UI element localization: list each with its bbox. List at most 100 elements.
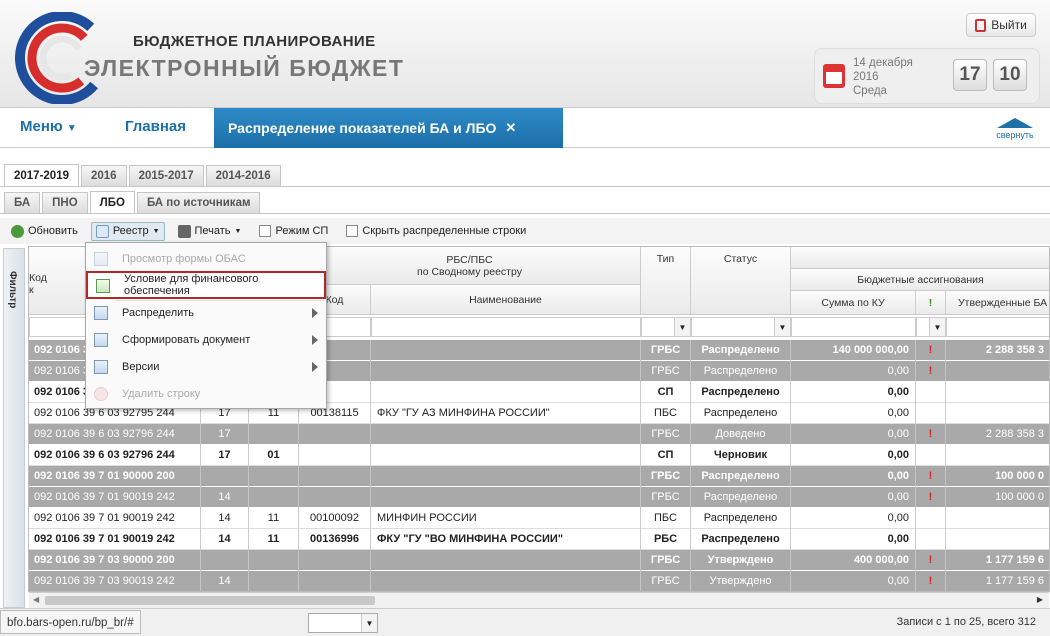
col-code-sublabel: к [29, 283, 34, 296]
delete-icon [94, 387, 108, 401]
tab-year-2017-2019[interactable]: 2017-2019 [4, 164, 79, 186]
filter-sum-field[interactable] [791, 317, 916, 337]
col-status-header[interactable]: Статус [691, 247, 791, 315]
cell-col2: 14 [201, 529, 249, 550]
home-link[interactable]: Главная [125, 118, 186, 135]
type-tabs: БА ПНО ЛБО БА по источникам [4, 191, 261, 213]
cell-status: Распределено [691, 508, 791, 529]
cell-type: ГРБС [641, 571, 691, 591]
table-row[interactable]: 092 0106 39 6 03 92796 244 17 ГРБС Доведено… [29, 424, 1049, 445]
print-button[interactable]: Печать ▼ [173, 222, 247, 241]
table-row[interactable]: 092 0106 39 6 03 92796 244 17 01 СП Черновик… [29, 445, 1049, 466]
cell-type: ГРБС [641, 550, 691, 571]
tab-year-2014-2016[interactable]: 2014-2016 [205, 165, 281, 186]
filter-approved-field[interactable] [946, 317, 1049, 337]
tab-lbo[interactable]: ЛБО [89, 191, 135, 213]
printer-icon [177, 224, 191, 238]
date-time-panel: 14 декабря 2016 Среда 17 10 [814, 48, 1040, 104]
scroll-right-icon[interactable]: ▶ [1037, 595, 1043, 604]
hide-rows-toggle[interactable]: Скрыть распределенные строки [341, 222, 531, 240]
cell-code: 092 0106 39 6 03 92796 244 [29, 445, 201, 466]
registry-button[interactable]: Реестр ▼ [90, 221, 165, 241]
date-year: 2016 [853, 71, 879, 83]
menu-item-distribute[interactable]: Распределить [86, 300, 326, 326]
collapse-button[interactable]: свернуть [993, 118, 1037, 140]
chevron-down-icon: ▼ [774, 318, 790, 336]
cell-col2: 17 [201, 445, 249, 466]
menu-item-delete-row[interactable]: Удалить строку [86, 381, 326, 407]
cell-approved [946, 529, 1049, 550]
col-type-header[interactable]: Тип [641, 247, 691, 315]
menu-dropdown[interactable]: Меню ▼ [20, 118, 77, 135]
page-size-select[interactable]: ▼ [308, 613, 378, 633]
submenu-arrow-icon [312, 308, 318, 318]
filter-name-field[interactable] [371, 317, 641, 337]
cell-col3 [249, 466, 299, 487]
cell-flag [916, 403, 946, 424]
col-flag-header[interactable]: ! [916, 291, 946, 315]
scroll-left-icon[interactable]: ◀ [33, 595, 39, 604]
tab-distribution[interactable]: Распределение показателей БА и ЛБО ✕ [214, 108, 563, 148]
cell-flag: ! [916, 361, 946, 382]
sp-mode-checkbox[interactable] [259, 225, 272, 237]
logout-button[interactable]: Выйти [966, 13, 1036, 37]
table-row[interactable]: 092 0106 39 7 01 90019 242 14 ГРБС Распреде… [29, 487, 1049, 508]
tab-pno[interactable]: ПНО [42, 192, 88, 213]
cell-type: ГРБС [641, 487, 691, 508]
menu-item-versions[interactable]: Версии [86, 354, 326, 380]
cell-name [371, 424, 641, 445]
refresh-button[interactable]: Обновить [6, 222, 83, 241]
pager-bar: ▼ Записи с 1 по 25, всего 312 [0, 608, 1050, 636]
cell-flag: ! [916, 340, 946, 361]
cell-status: Распределено [691, 529, 791, 550]
cell-code: 092 0106 39 7 01 90019 242 [29, 487, 201, 508]
cell-name [371, 445, 641, 466]
cell-flag [916, 529, 946, 550]
cell-approved: 2 288 358 3 [946, 340, 1049, 361]
cell-sum: 0,00 [791, 508, 916, 529]
cell-sum: 0,00 [791, 487, 916, 508]
tab-year-2016[interactable]: 2016 [81, 165, 127, 186]
sp-mode-toggle[interactable]: Режим СП [254, 222, 333, 240]
cell-approved: 1 177 159 6 [946, 550, 1049, 571]
cell-type: ГРБС [641, 361, 691, 382]
tab-ba-sources[interactable]: БА по источникам [136, 192, 261, 213]
document-icon [94, 333, 108, 347]
cell-type: РБС [641, 529, 691, 550]
filter-panel-toggle[interactable]: Фильтр [3, 248, 25, 608]
registry-icon [95, 224, 109, 238]
menu-item-view-obas[interactable]: Просмотр формы ОБАС [86, 246, 326, 272]
cell-type: ГРБС [641, 466, 691, 487]
col-sum-header[interactable]: Сумма по КУ [791, 291, 916, 315]
cell-code: 092 0106 39 7 03 90000 200 [29, 550, 201, 571]
tab-year-2015-2017[interactable]: 2015-2017 [128, 165, 204, 186]
cell-sum: 0,00 [791, 403, 916, 424]
tab-ba[interactable]: БА [4, 192, 41, 213]
col-approved-header[interactable]: Утвержденные БА [946, 291, 1049, 315]
cell-status: Распределено [691, 361, 791, 382]
filter-type-select[interactable]: ▼ [641, 317, 691, 337]
menu-item-generate-document[interactable]: Сформировать документ [86, 327, 326, 353]
cell-col3: 11 [249, 508, 299, 529]
hide-rows-checkbox[interactable] [346, 225, 359, 237]
add-condition-icon [96, 279, 110, 293]
col-name-header[interactable]: Наименование [371, 285, 641, 315]
table-row[interactable]: 092 0106 39 7 01 90019 242 14 11 00100092 МИ… [29, 508, 1049, 529]
dropdown-arrow-icon: ▼ [234, 227, 242, 235]
table-row[interactable]: 092 0106 39 7 03 90000 200 ГРБС Утверждено… [29, 550, 1049, 571]
scrollbar-thumb[interactable] [45, 596, 375, 605]
close-icon[interactable]: ✕ [505, 120, 516, 136]
sp-mode-label: Режим СП [275, 225, 329, 237]
filter-flag-select[interactable]: ▼ [916, 317, 946, 337]
menu-item-financing-condition[interactable]: Условие для финансового обеспечения [86, 271, 326, 299]
table-row[interactable]: 092 0106 39 7 01 90000 200 ГРБС Распределе… [29, 466, 1049, 487]
cell-kod [299, 424, 371, 445]
cell-flag: ! [916, 466, 946, 487]
cell-name [371, 340, 641, 361]
table-row[interactable]: 092 0106 39 7 03 90019 242 14 ГРБС Утвержде… [29, 571, 1049, 591]
filter-status-select[interactable]: ▼ [691, 317, 791, 337]
table-row[interactable]: 092 0106 39 7 01 90019 242 14 11 00136996 ФК… [29, 529, 1049, 550]
horizontal-scrollbar[interactable]: ◀ ▶ [29, 592, 1049, 608]
menu-item-label: Просмотр формы ОБАС [122, 253, 246, 265]
cell-sum: 0,00 [791, 445, 916, 466]
